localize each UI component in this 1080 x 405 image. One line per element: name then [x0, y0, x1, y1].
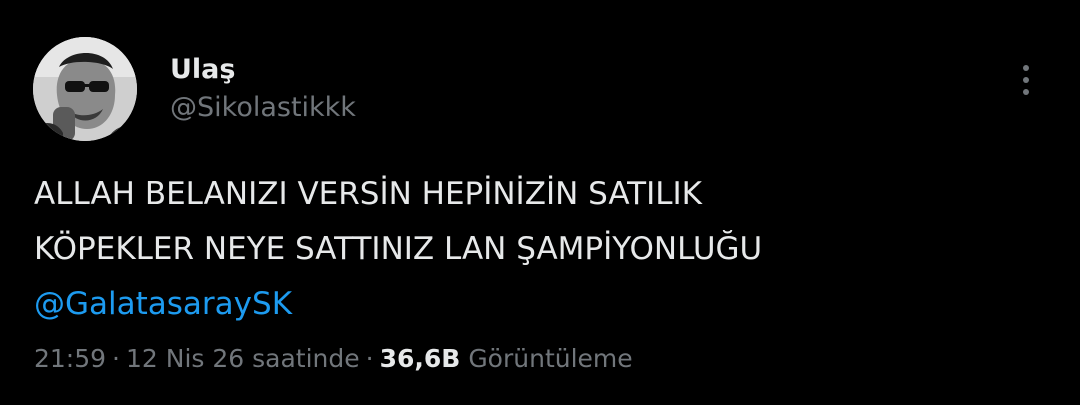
more-dot — [1023, 77, 1029, 83]
tweet-text: ALLAH BELANIZI VERSİN HEPİNİZİN SATILIK … — [34, 167, 1044, 332]
tweet-meta: 21:59 · 12 Nis 26 saatinde · 36,6B Görüntüle… — [34, 342, 633, 376]
more-dot — [1023, 89, 1029, 95]
meta-separator: · — [112, 344, 120, 373]
tweet-text-line: KÖPEKLER NEYE SATTINIZ LAN ŞAMPİYONLUĞU — [34, 231, 763, 267]
more-dot — [1023, 65, 1029, 71]
views-count[interactable]: 36,6B — [380, 344, 461, 373]
meta-separator: · — [365, 344, 374, 373]
mention-link[interactable]: @GalatasaraySK — [34, 286, 292, 322]
more-options-icon[interactable] — [1006, 56, 1046, 104]
views-label: Görüntüleme — [468, 344, 633, 373]
tweet-text-line: ALLAH BELANIZI VERSİN HEPİNİZİN SATILIK — [34, 176, 702, 212]
avatar-photo — [33, 37, 137, 141]
tweet-card: Ulaş @Sikolastikkk ALLAH BELANIZI VERSİN… — [0, 0, 1080, 405]
tweet-date[interactable]: 12 Nis 26 saatinde — [126, 344, 360, 373]
author-handle[interactable]: @Sikolastikkk — [170, 91, 356, 125]
author-display-name[interactable]: Ulaş — [170, 53, 235, 87]
tweet-time[interactable]: 21:59 — [34, 344, 106, 373]
avatar[interactable] — [33, 37, 137, 141]
